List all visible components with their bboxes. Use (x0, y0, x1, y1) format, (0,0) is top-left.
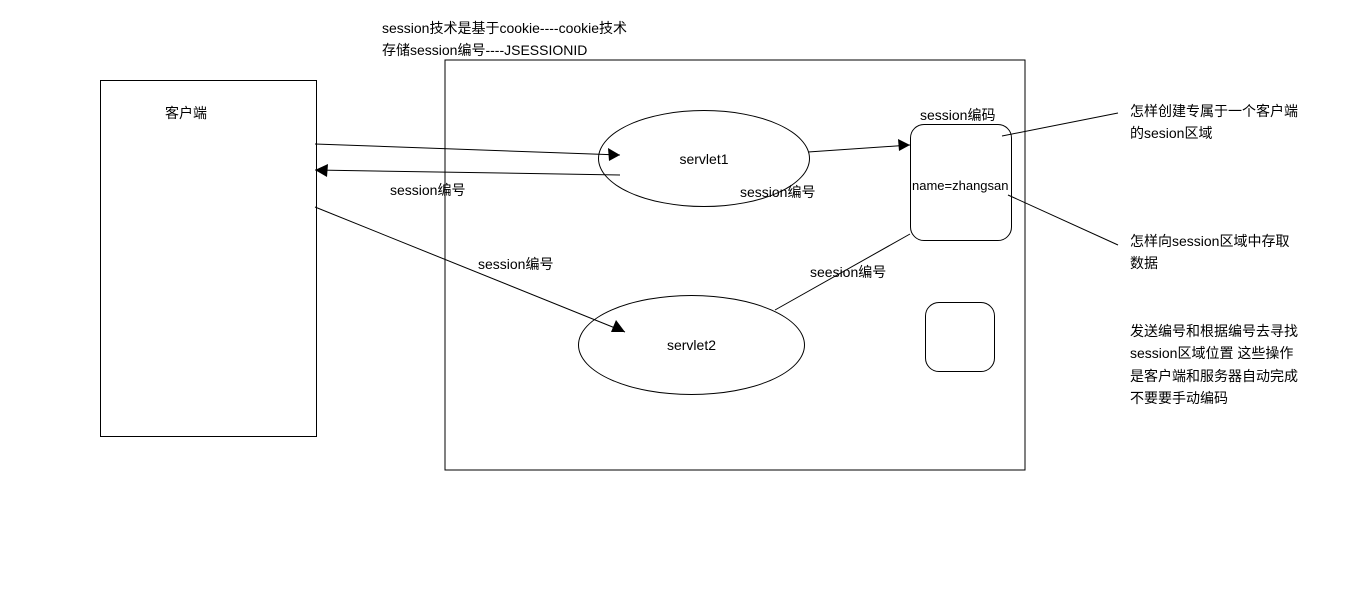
note-2: 怎样向session区域中存取数据 (1130, 230, 1300, 275)
label-request2-session-no: session编号 (478, 254, 553, 274)
note-1: 怎样创建专属于一个客户端的sesion区域 (1130, 100, 1300, 145)
title-line-2: 存储session编号----JSESSIONID (382, 40, 587, 60)
title-line-1: session技术是基于cookie----cookie技术 (382, 18, 627, 38)
session-area-box-secondary (925, 302, 995, 372)
servlet1-label: servlet1 (679, 151, 728, 167)
servlet2-node: servlet2 (578, 295, 805, 395)
note-3: 发送编号和根据编号去寻找session区域位置 这些操作是客户端和服务器自动完成… (1130, 320, 1300, 410)
client-label: 客户端 (165, 103, 207, 123)
label-servlet1-to-area: session编号 (740, 182, 815, 202)
client-box (100, 80, 317, 437)
session-area-value: name=zhangsan (912, 178, 1009, 193)
session-area-header: session编码 (920, 105, 995, 125)
label-response-session-no: session编号 (390, 180, 465, 200)
servlet2-label: servlet2 (667, 337, 716, 353)
label-servlet2-to-area: seesion编号 (810, 262, 886, 282)
